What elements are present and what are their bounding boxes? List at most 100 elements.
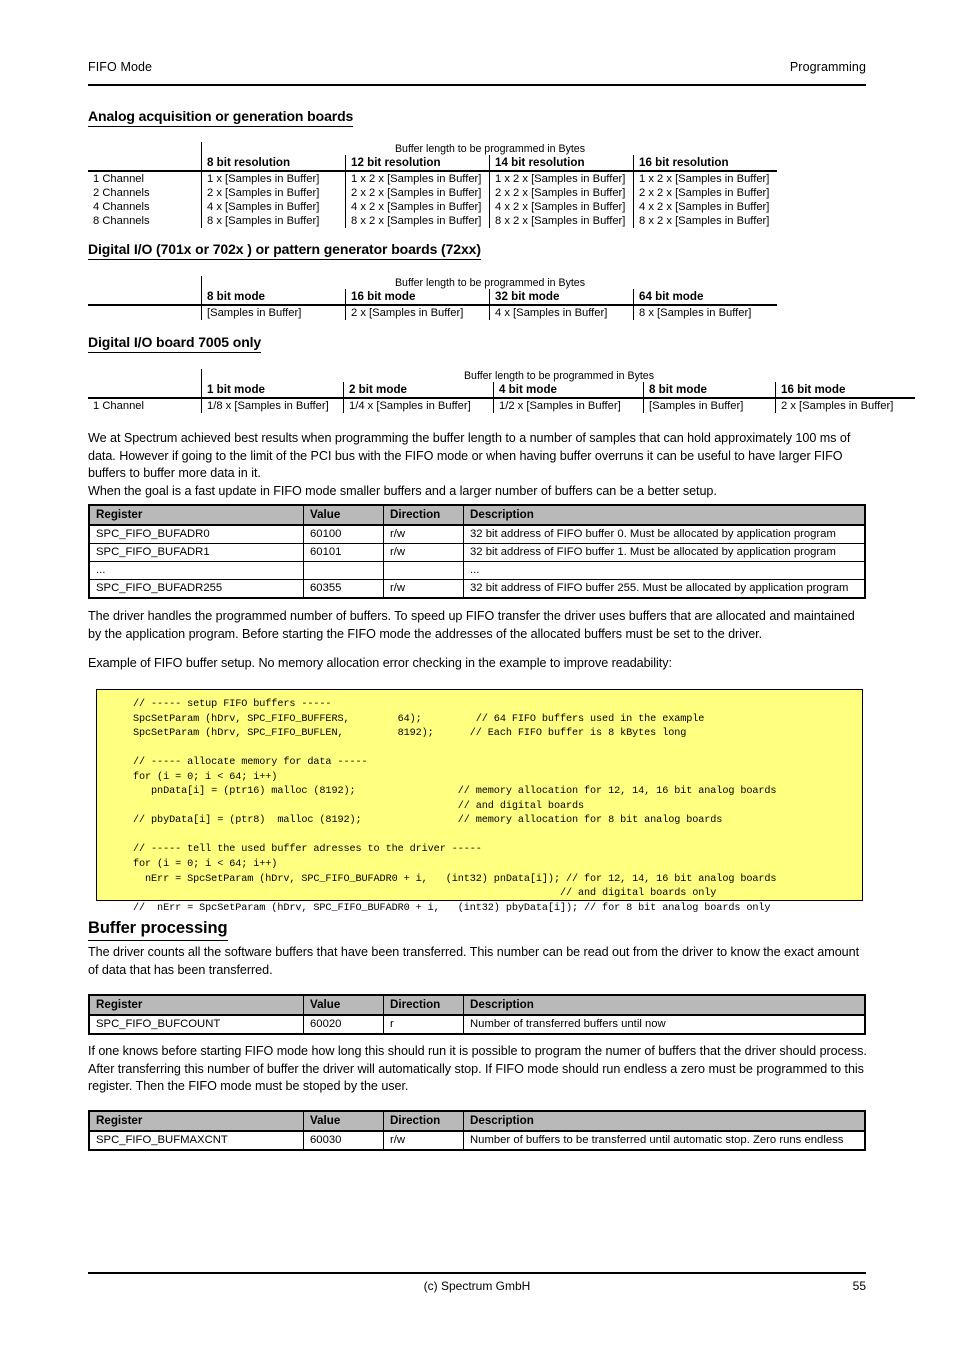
- heading-buffer-processing: Buffer processing: [88, 919, 228, 941]
- col-header-direction: Direction: [383, 995, 464, 1016]
- col-header-7005-4: 16 bit mode: [775, 382, 915, 399]
- cell-bufcount-description: Number of transferred buffers until now: [470, 1018, 666, 1030]
- caption-analog: Buffer length to be programmed in Bytes: [201, 142, 777, 155]
- table-row: 8 Channels 8 x [Samples in Buffer] 8 x 2…: [88, 214, 777, 228]
- cell-bufadr-2-direction: [383, 561, 464, 580]
- cell-analog-0-1: 1 x 2 x [Samples in Buffer]: [345, 171, 490, 186]
- table-header-row: Register Value Direction Description: [89, 1111, 865, 1132]
- cell-analog-2-1: 4 x 2 x [Samples in Buffer]: [345, 200, 490, 214]
- table-header-row: Register Value Direction Description: [89, 995, 865, 1016]
- cell-bufadr-2-description: ...: [463, 561, 865, 580]
- table-row: 4 Channels 4 x [Samples in Buffer] 4 x 2…: [88, 200, 777, 214]
- cell-7005-0-3: [Samples in Buffer]: [643, 398, 776, 413]
- cell-analog-1-3: 2 x 2 x [Samples in Buffer]: [633, 186, 777, 200]
- cell-analog-0-2: 1 x 2 x [Samples in Buffer]: [489, 171, 634, 186]
- cell-analog-3-0: 8 x [Samples in Buffer]: [201, 214, 346, 228]
- spacer-cell: [88, 276, 202, 289]
- table-row: SPC_FIFO_BUFCOUNT 60020 r Number of tran…: [89, 1015, 865, 1034]
- row-label-analog-2: 4 Channels: [93, 201, 150, 213]
- cell-analog-0-0: 1 x [Samples in Buffer]: [201, 171, 346, 186]
- col-header-digital-2: 32 bit mode: [489, 289, 634, 306]
- cell-bufadr-1-description: 32 bit address of FIFO buffer 1. Must be…: [463, 543, 865, 562]
- cell-bufmaxcnt-register: SPC_FIFO_BUFMAXCNT: [89, 1131, 304, 1150]
- cell-analog-1-2: 2 x 2 x [Samples in Buffer]: [489, 186, 634, 200]
- spacer-cell: [88, 142, 202, 155]
- caption-board7005: Buffer length to be programmed in Bytes: [201, 369, 915, 382]
- cell-7005-0-0: 1/8 x [Samples in Buffer]: [201, 398, 344, 413]
- row-label-digital-0: [88, 305, 202, 320]
- cell-digital-0-1: 2 x [Samples in Buffer]: [345, 305, 490, 320]
- paragraph-example-intro: Example of FIFO buffer setup. No memory …: [88, 656, 672, 670]
- cell-digital-0-0: [Samples in Buffer]: [201, 305, 346, 320]
- col-header-description: Description: [463, 995, 865, 1016]
- col-header-value: Value: [303, 995, 384, 1016]
- col-header-analog-2: 14 bit resolution: [489, 155, 634, 172]
- cell-7005-0-4: 2 x [Samples in Buffer]: [775, 398, 915, 413]
- paragraph-buffer-processing-intro: The driver counts all the software buffe…: [88, 945, 860, 977]
- cell-analog-3-2: 8 x 2 x [Samples in Buffer]: [489, 214, 634, 228]
- cell-bufcount-value: 60020: [303, 1015, 384, 1034]
- table-row: SPC_FIFO_BUFMAXCNT 60030 r/w Number of b…: [89, 1131, 865, 1150]
- spacer-cell: [88, 369, 202, 382]
- paragraph-driver-handles: The driver handles the programmed number…: [88, 609, 855, 641]
- page-header: FIFO Mode Programming: [88, 60, 866, 74]
- row-label-analog-3: 8 Channels: [93, 215, 150, 227]
- heading-board-7005: Digital I/O board 7005 only: [88, 334, 261, 353]
- cell-analog-3-1: 8 x 2 x [Samples in Buffer]: [345, 214, 490, 228]
- col-header-direction: Direction: [383, 505, 464, 526]
- cell-analog-0-3: 1 x 2 x [Samples in Buffer]: [633, 171, 777, 186]
- cell-bufmaxcnt-description: Number of buffers to be transferred unti…: [470, 1134, 844, 1146]
- paragraph-bufmaxcnt-intro: If one knows before starting FIFO mode h…: [88, 1044, 867, 1094]
- col-header-7005-0: 1 bit mode: [201, 382, 344, 399]
- table-row: SPC_FIFO_BUFADR255 60355 r/w 32 bit addr…: [89, 579, 865, 598]
- col-header-description: Description: [463, 1111, 865, 1132]
- cell-7005-0-2: 1/2 x [Samples in Buffer]: [493, 398, 644, 413]
- row-label-analog-0: 1 Channel: [93, 173, 145, 185]
- cell-bufadr-1-register: SPC_FIFO_BUFADR1: [89, 543, 304, 562]
- cell-bufcount-register: SPC_FIFO_BUFCOUNT: [89, 1015, 304, 1034]
- cell-bufadr-0-description: 32 bit address of FIFO buffer 0. Must be…: [463, 525, 865, 544]
- col-header-analog-1: 12 bit resolution: [345, 155, 490, 172]
- cell-bufmaxcnt-direction: r/w: [383, 1131, 464, 1150]
- cell-digital-0-3: 8 x [Samples in Buffer]: [633, 305, 777, 320]
- header-left-title: FIFO Mode: [88, 60, 153, 74]
- cell-bufadr-2-register: ...: [89, 561, 304, 580]
- code-example-fifo-buffer-setup: // ----- setup FIFO buffers ----- SpcSet…: [96, 689, 863, 914]
- table-fifo-bufcount-register: Register Value Direction Description SPC…: [88, 994, 866, 1035]
- table-row: 1 Channel 1 x [Samples in Buffer] 1 x 2 …: [88, 171, 777, 186]
- cell-bufadr-1-direction: r/w: [383, 543, 464, 562]
- cell-analog-2-3: 4 x 2 x [Samples in Buffer]: [633, 200, 777, 214]
- col-header-digital-1: 16 bit mode: [345, 289, 490, 306]
- col-header-digital-3: 64 bit mode: [633, 289, 777, 306]
- table-header-row: Register Value Direction Description: [89, 505, 865, 526]
- cell-bufadr-0-direction: r/w: [383, 525, 464, 544]
- col-header-analog-3: 16 bit resolution: [633, 155, 777, 172]
- col-header-description: Description: [463, 505, 865, 526]
- table-fifo-bufadr-registers: Register Value Direction Description SPC…: [88, 504, 866, 599]
- cell-bufadr-3-register: SPC_FIFO_BUFADR255: [89, 579, 304, 598]
- cell-bufadr-3-direction: r/w: [383, 579, 464, 598]
- cell-bufadr-0-value: 60100: [303, 525, 384, 544]
- col-header-value: Value: [303, 505, 384, 526]
- col-header-digital-0: 8 bit mode: [201, 289, 346, 306]
- header-right-title: Programming: [789, 60, 866, 74]
- paragraph-best-results: We at Spectrum achieved best results whe…: [88, 431, 851, 498]
- row-label-7005-0: 1 Channel: [93, 400, 145, 412]
- footer-copyright: (c) Spectrum GmbH: [423, 1279, 531, 1293]
- heading-analog-boards: Analog acquisition or generation boards: [88, 108, 353, 127]
- heading-digital-io-boards: Digital I/O (701x or 702x ) or pattern g…: [88, 241, 481, 260]
- footer-page-number: 55: [852, 1279, 866, 1293]
- empty-header-cell: [88, 289, 202, 306]
- header-divider: [88, 84, 866, 86]
- footer-divider: [88, 1272, 866, 1274]
- cell-analog-2-2: 4 x 2 x [Samples in Buffer]: [489, 200, 634, 214]
- document-page: FIFO Mode Programming Analog acquisition…: [0, 0, 954, 1351]
- col-header-7005-3: 8 bit mode: [643, 382, 776, 399]
- col-header-register: Register: [89, 505, 304, 526]
- cell-analog-1-0: 2 x [Samples in Buffer]: [201, 186, 346, 200]
- table-row: SPC_FIFO_BUFADR1 60101 r/w 32 bit addres…: [89, 543, 865, 562]
- cell-bufadr-3-description: 32 bit address of FIFO buffer 255. Must …: [470, 582, 849, 594]
- caption-digital-io: Buffer length to be programmed in Bytes: [201, 276, 777, 289]
- col-header-7005-1: 2 bit mode: [343, 382, 494, 399]
- col-header-direction: Direction: [383, 1111, 464, 1132]
